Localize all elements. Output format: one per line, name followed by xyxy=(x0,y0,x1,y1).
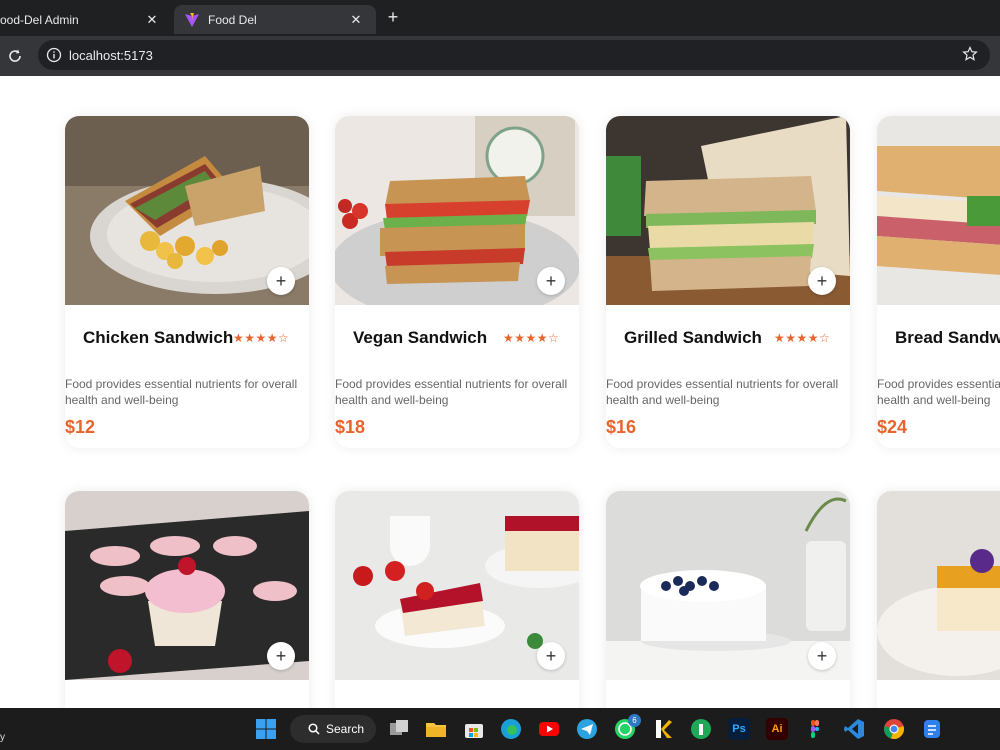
vscode-icon[interactable] xyxy=(843,718,865,740)
food-price: $24 xyxy=(877,417,908,437)
add-to-cart-button[interactable]: + xyxy=(537,267,565,295)
food-image: + xyxy=(335,491,579,680)
food-card[interactable]: + xyxy=(606,491,850,708)
food-image: + xyxy=(606,116,850,305)
food-card[interactable] xyxy=(877,491,1000,708)
food-image: + xyxy=(65,116,309,305)
tab-title: ood-Del Admin xyxy=(0,12,79,27)
food-card[interactable]: + Vegan Sandwich ★★★★☆ Food provides ess… xyxy=(335,116,579,448)
food-name: Grilled Sandwich xyxy=(624,328,762,347)
browser-toolbar: localhost:5173 xyxy=(0,36,1000,76)
food-name: Chicken Sandwich xyxy=(83,328,234,347)
bookmark-star-icon[interactable] xyxy=(962,46,978,62)
tab-food-del-admin[interactable]: ood-Del Admin ✕ xyxy=(0,5,172,34)
reload-icon[interactable] xyxy=(6,47,24,65)
search-label: Search xyxy=(326,722,365,736)
app-icon[interactable] xyxy=(921,718,943,740)
food-card[interactable]: Bread Sandwi Food provides essential nut… xyxy=(877,116,1000,448)
tab-close-icon[interactable]: ✕ xyxy=(144,12,160,28)
food-image xyxy=(877,116,1000,305)
browser-tab-bar: ood-Del Admin ✕ Food Del ✕ + xyxy=(0,0,1000,36)
rating-stars-icon: ★★★★☆ xyxy=(503,331,560,345)
food-description: Food provides essential nutrients for ov… xyxy=(335,377,568,407)
rating-stars-icon: ★★★★☆ xyxy=(774,331,831,345)
add-to-cart-button[interactable]: + xyxy=(537,642,565,670)
illustrator-icon[interactable]: Ai xyxy=(766,718,788,740)
telegram-icon[interactable] xyxy=(576,718,598,740)
food-description: Food provides essential nutrients for ov… xyxy=(877,377,1000,407)
food-image: + xyxy=(65,491,309,680)
food-image xyxy=(877,491,1000,680)
microsoft-store-icon[interactable] xyxy=(463,718,485,740)
food-description: Food provides essential nutrients for ov… xyxy=(65,377,298,407)
page-content: + Chicken Sandwich ★★★★☆ Food provides e… xyxy=(0,76,1000,708)
site-info-icon[interactable] xyxy=(46,47,62,63)
chrome-icon[interactable] xyxy=(883,718,905,740)
food-name: Vegan Sandwich xyxy=(353,328,488,347)
taskbar-search-button[interactable]: Search xyxy=(290,715,376,743)
add-to-cart-button[interactable]: + xyxy=(808,267,836,295)
tab-close-icon[interactable]: ✕ xyxy=(348,12,364,28)
task-view-icon[interactable] xyxy=(388,718,410,740)
food-price: $18 xyxy=(335,417,366,437)
add-to-cart-button[interactable]: + xyxy=(808,642,836,670)
weather-widget[interactable]: y xyxy=(0,732,5,743)
food-card[interactable]: + xyxy=(65,491,309,708)
add-to-cart-button[interactable]: + xyxy=(267,642,295,670)
url-text: localhost:5173 xyxy=(69,48,153,63)
food-card[interactable]: + Grilled Sandwich ★★★★☆ Food provides e… xyxy=(606,116,850,448)
windows-start-icon[interactable] xyxy=(255,718,277,740)
address-bar[interactable]: localhost:5173 xyxy=(38,40,990,70)
search-icon xyxy=(308,723,320,735)
youtube-icon[interactable] xyxy=(538,718,560,740)
file-explorer-icon[interactable] xyxy=(425,718,447,740)
rating-stars-icon: ★★★★☆ xyxy=(233,331,290,345)
food-card[interactable]: + xyxy=(335,491,579,708)
food-name: Bread Sandwi xyxy=(895,328,1000,347)
food-image: + xyxy=(606,491,850,680)
whatsapp-notification-badge: 6 xyxy=(628,714,641,727)
figma-icon[interactable] xyxy=(804,718,826,740)
freshworks-icon[interactable] xyxy=(690,718,712,740)
food-price: $12 xyxy=(65,417,96,437)
new-tab-icon[interactable]: + xyxy=(384,8,402,26)
food-price: $16 xyxy=(606,417,637,437)
food-card[interactable]: + Chicken Sandwich ★★★★☆ Food provides e… xyxy=(65,116,309,448)
food-description: Food provides essential nutrients for ov… xyxy=(606,377,839,407)
windows-taskbar: y Search 6 Ps Ai xyxy=(0,708,1000,750)
edge-icon[interactable] xyxy=(500,718,522,740)
add-to-cart-button[interactable]: + xyxy=(267,267,295,295)
tab-food-del[interactable]: Food Del ✕ xyxy=(174,5,376,34)
tab-title: Food Del xyxy=(208,12,257,27)
vite-logo-icon xyxy=(185,12,199,27)
food-image: + xyxy=(335,116,579,305)
photoshop-icon[interactable]: Ps xyxy=(728,718,750,740)
kite-app-icon[interactable] xyxy=(652,718,674,740)
